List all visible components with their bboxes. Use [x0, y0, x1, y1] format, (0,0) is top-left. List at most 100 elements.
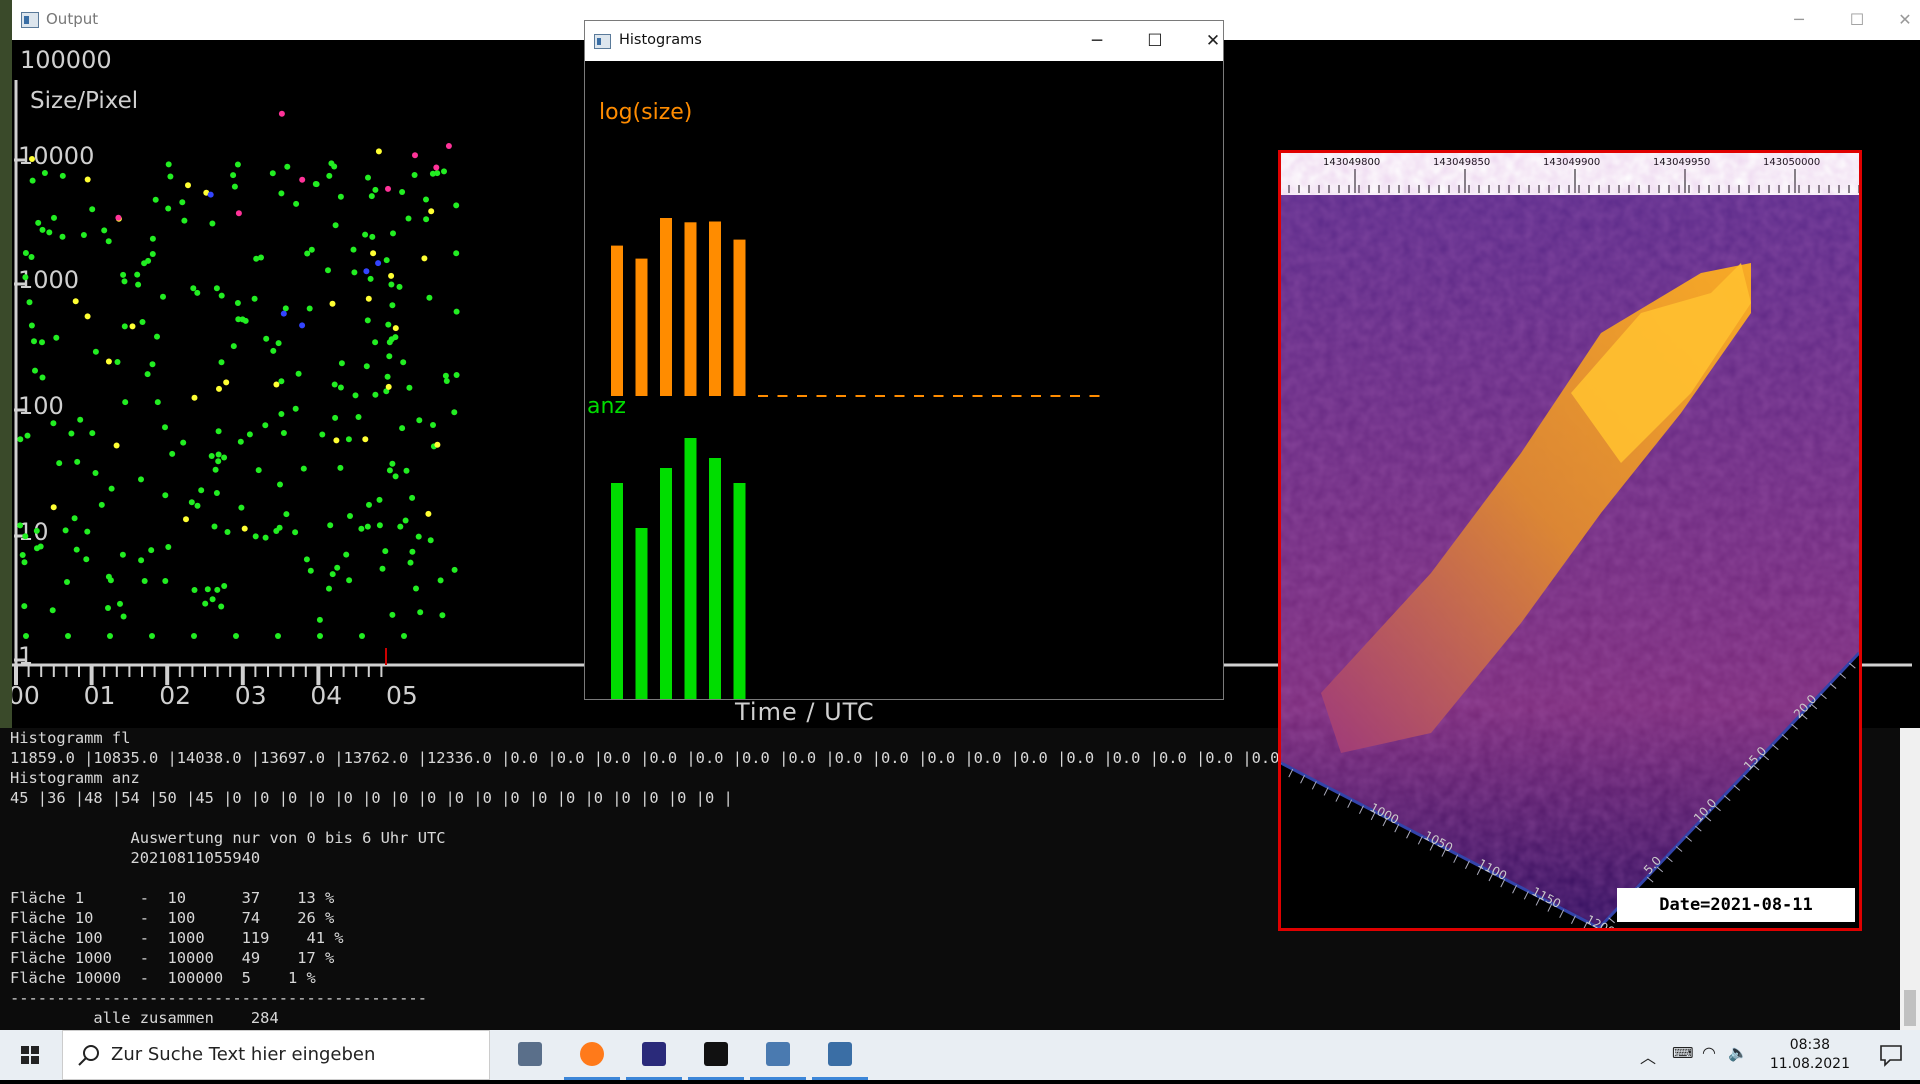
- scatter-point: [185, 182, 191, 189]
- scatter-point: [89, 206, 96, 213]
- scatter-point: [401, 633, 407, 639]
- scatter-point: [218, 603, 225, 610]
- taskbar-search-box[interactable]: Zur Suche Text hier eingeben: [62, 1030, 490, 1080]
- y-tick-label: 1000: [18, 266, 79, 294]
- scatter-point: [278, 190, 285, 197]
- scatter-point: [188, 499, 195, 506]
- start-button[interactable]: [0, 1030, 60, 1080]
- scatter-point: [41, 170, 48, 176]
- scatter-point: [304, 250, 311, 257]
- calculator-taskbar-button[interactable]: [500, 1030, 560, 1080]
- python-taskbar-button[interactable]: [810, 1030, 870, 1080]
- scatter-point: [392, 325, 399, 332]
- keyboard-icon[interactable]: ⌨: [1672, 1044, 1694, 1062]
- scatter-point: [369, 233, 376, 240]
- search-icon: [78, 1045, 99, 1066]
- scatter-point: [50, 420, 57, 427]
- scatter-point: [299, 176, 306, 183]
- clock-date: 11.08.2021: [1769, 1056, 1850, 1072]
- scrollbar-thumb[interactable]: [1904, 990, 1916, 1026]
- scatter-point: [72, 298, 79, 305]
- scatter-point: [39, 374, 46, 381]
- scatter-point: [28, 322, 35, 329]
- wifi-icon[interactable]: ◠: [1702, 1043, 1716, 1062]
- scatter-point: [22, 274, 29, 281]
- scatter-point: [383, 257, 390, 264]
- scatter-point: [223, 379, 230, 386]
- close-button[interactable]: ✕: [1193, 29, 1233, 53]
- scatter-point: [308, 246, 315, 253]
- scatter-point: [334, 564, 341, 571]
- scatter-point: [439, 612, 446, 619]
- volume-icon[interactable]: 🔈: [1728, 1043, 1748, 1062]
- minimize-button[interactable]: ─: [1077, 29, 1117, 53]
- scatter-point: [149, 251, 156, 257]
- scatter-point: [105, 573, 112, 580]
- y-tick-label: 10: [18, 518, 49, 546]
- scatter-point: [19, 552, 26, 558]
- output-window-title: Output: [46, 10, 99, 28]
- scatter-point: [119, 551, 126, 558]
- scatter-point: [364, 523, 371, 530]
- x-tick-label: 00: [12, 681, 40, 710]
- scatter-point: [416, 417, 423, 424]
- scatter-point: [108, 485, 115, 492]
- scatter-point: [278, 378, 285, 385]
- scatter-point: [332, 222, 339, 229]
- scatter-point: [441, 168, 447, 175]
- scatter-point: [405, 215, 412, 222]
- scatter-point: [121, 323, 128, 330]
- scatter-point: [105, 238, 112, 245]
- top-axis-label: 143049900: [1543, 157, 1600, 168]
- terminal-taskbar-button[interactable]: [686, 1030, 746, 1080]
- scatter-point: [385, 185, 391, 192]
- scatter-point: [390, 230, 396, 237]
- histogram-chart: log(size) anz: [587, 100, 1100, 699]
- maximize-button[interactable]: ☐: [1842, 8, 1872, 32]
- scatter-point: [32, 367, 38, 374]
- minimize-button[interactable]: ─: [1784, 8, 1814, 32]
- size-histogram-label: log(size): [599, 100, 692, 125]
- scatter-point: [62, 527, 69, 534]
- windows-icon: [21, 1046, 39, 1064]
- scatter-point: [191, 587, 198, 593]
- scatter-point: [386, 467, 393, 474]
- scatter-point: [421, 255, 428, 262]
- histogram-bar: [684, 438, 697, 699]
- scatter-point: [430, 422, 436, 428]
- clock[interactable]: 08:38 11.08.2021: [1770, 1036, 1850, 1074]
- firefox-taskbar-button[interactable]: [562, 1030, 622, 1080]
- scatter-point: [386, 353, 393, 360]
- scatter-point: [338, 360, 345, 367]
- scatter-point: [207, 191, 214, 198]
- scatter-point: [49, 607, 56, 614]
- scatter-point: [350, 246, 357, 253]
- count-histogram-bars: [611, 438, 746, 699]
- scatter-point: [117, 600, 123, 607]
- scatter-point: [270, 347, 277, 354]
- scatter-point: [107, 633, 113, 639]
- notification-icon[interactable]: [1876, 1040, 1906, 1070]
- scatter-point: [160, 293, 166, 300]
- scatter-point: [406, 384, 413, 391]
- scatter-point: [214, 586, 221, 593]
- close-button[interactable]: ✕: [1890, 8, 1920, 32]
- x-tick-label: 03: [235, 681, 267, 710]
- histograms-titlebar[interactable]: Histograms ─ ☐ ✕: [585, 21, 1223, 61]
- scatter-point: [453, 308, 460, 315]
- x-tick-label: 04: [310, 681, 342, 710]
- scatter-point: [403, 467, 410, 474]
- maximize-button[interactable]: ☐: [1135, 29, 1175, 53]
- scatter-point: [92, 470, 99, 476]
- scatter-point: [388, 281, 395, 288]
- console-scrollbar[interactable]: [1900, 728, 1920, 1030]
- radio-app-taskbar-button[interactable]: [624, 1030, 684, 1080]
- y-tick-label: 100: [18, 392, 64, 420]
- scatter-point: [365, 295, 372, 302]
- scatter-point: [149, 235, 156, 242]
- scatter-point: [34, 545, 40, 552]
- scatter-point: [84, 313, 91, 320]
- scatter-point: [347, 513, 353, 519]
- image-viewer-taskbar-button[interactable]: [748, 1030, 808, 1080]
- chevron-up-icon[interactable]: ︿: [1640, 1044, 1656, 1068]
